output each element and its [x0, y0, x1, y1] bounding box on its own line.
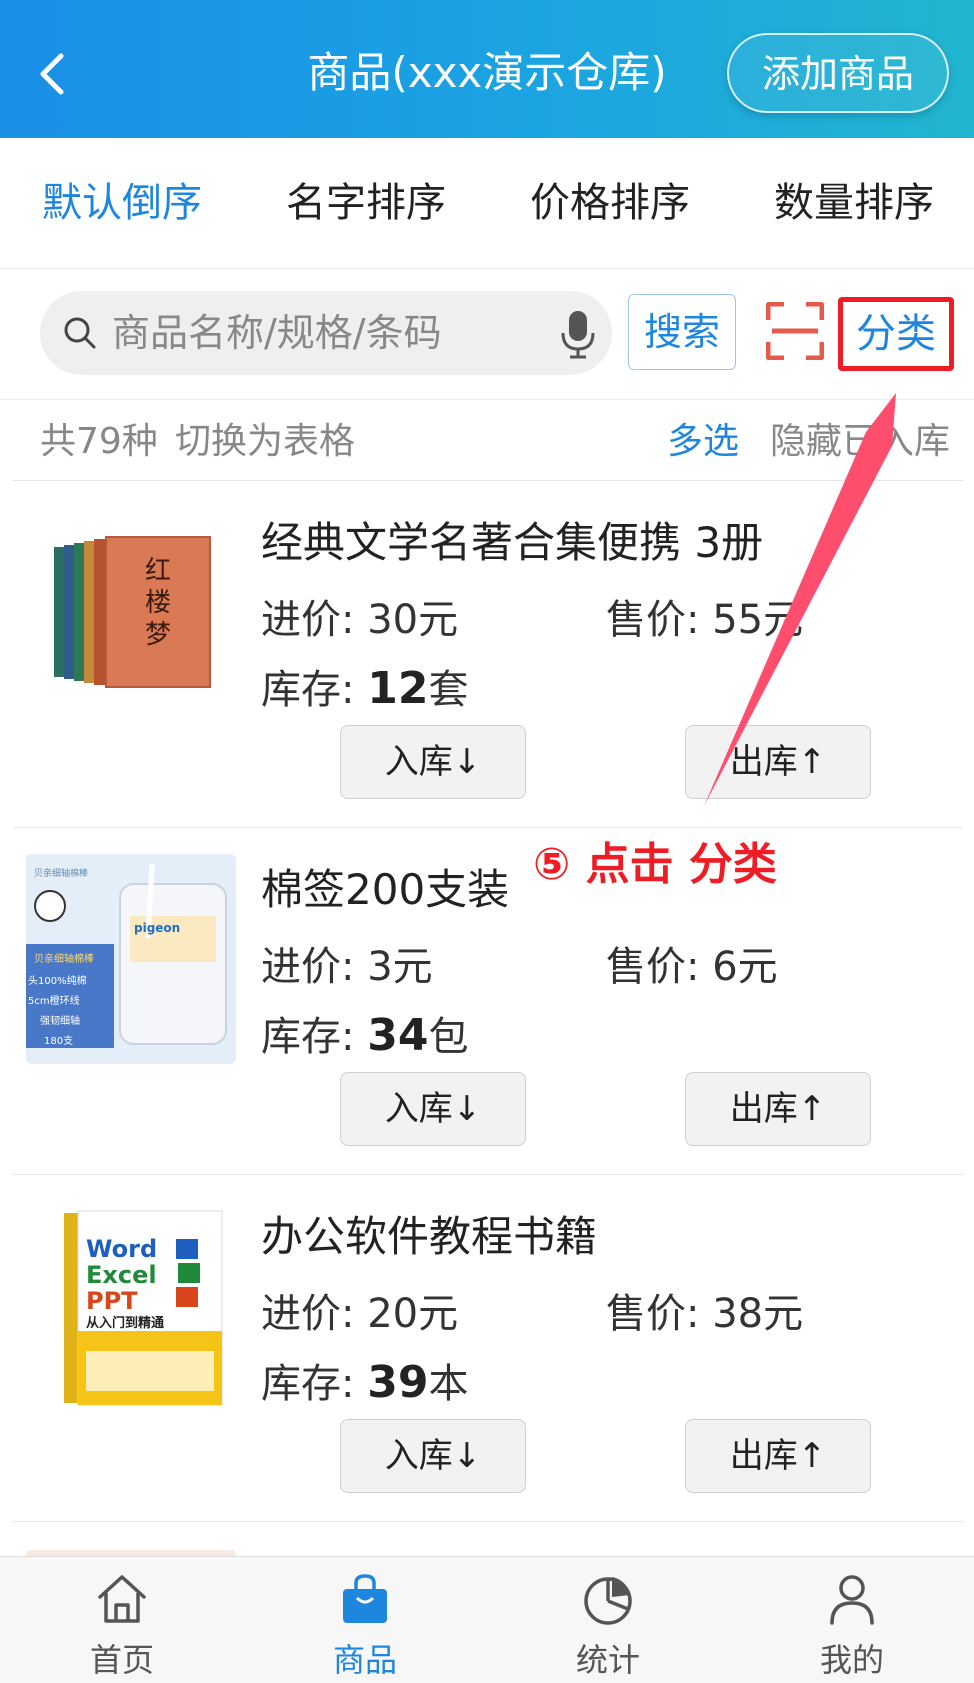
tab-statistics[interactable]: 统计	[508, 1557, 708, 1683]
tab-products-label: 商品	[332, 1641, 397, 1679]
bottom-tab-bar: 首页 商品 统计 我的	[0, 1556, 974, 1683]
tab-mine-label: 我的	[819, 1641, 884, 1679]
tab-statistics-label: 统计	[575, 1641, 640, 1679]
tab-products[interactable]: 商品	[265, 1557, 465, 1683]
tab-home[interactable]: 首页	[22, 1557, 222, 1683]
shopping-bag-icon	[343, 1574, 387, 1623]
tutorial-arrow	[704, 393, 896, 806]
tab-home-label: 首页	[89, 1641, 154, 1679]
tab-mine[interactable]: 我的	[752, 1557, 952, 1683]
tutorial-annotation: ⑤ 点击 分类	[533, 839, 777, 890]
user-icon	[830, 1575, 874, 1625]
pie-chart-icon	[584, 1577, 632, 1625]
home-icon	[98, 1575, 146, 1623]
